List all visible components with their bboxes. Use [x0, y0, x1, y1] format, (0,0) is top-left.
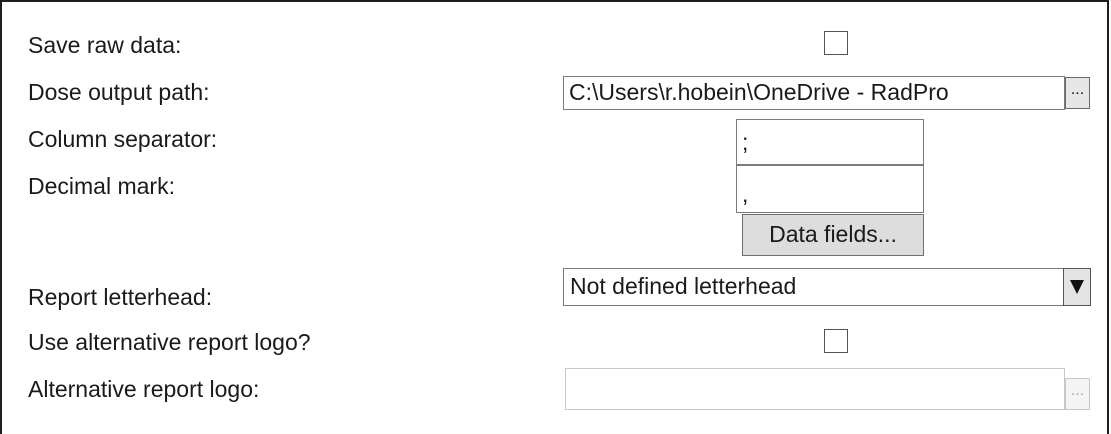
use-alternative-logo-label: Use alternative report logo?	[28, 329, 311, 355]
column-separator-field[interactable]: ;	[736, 119, 924, 165]
decimal-mark-field[interactable]: ,	[736, 165, 924, 213]
report-letterhead-value: Not defined letterhead	[570, 273, 797, 299]
save-raw-data-checkbox[interactable]	[824, 31, 848, 55]
dose-output-browse-button[interactable]: ...	[1065, 77, 1090, 109]
data-fields-button[interactable]: Data fields...	[742, 214, 924, 256]
alternative-logo-browse-button[interactable]: ...	[1065, 378, 1090, 410]
alternative-logo-field[interactable]	[565, 368, 1065, 410]
report-letterhead-dropdown[interactable]: Not defined letterhead	[563, 268, 1091, 306]
settings-panel: Save raw data: Dose output path: C:\User…	[0, 0, 1109, 434]
dose-output-path-field[interactable]: C:\Users\r.hobein\OneDrive - RadPro	[563, 76, 1065, 110]
triangle-down-icon	[1070, 280, 1084, 294]
dose-output-path-label: Dose output path:	[28, 79, 210, 105]
dropdown-arrow[interactable]	[1063, 268, 1091, 306]
decimal-mark-label: Decimal mark:	[28, 173, 175, 199]
column-separator-label: Column separator:	[28, 126, 218, 152]
report-letterhead-label: Report letterhead:	[28, 284, 213, 310]
save-raw-data-label: Save raw data:	[28, 32, 182, 58]
use-alternative-logo-checkbox[interactable]	[824, 329, 848, 353]
alternative-logo-label: Alternative report logo:	[28, 376, 260, 402]
